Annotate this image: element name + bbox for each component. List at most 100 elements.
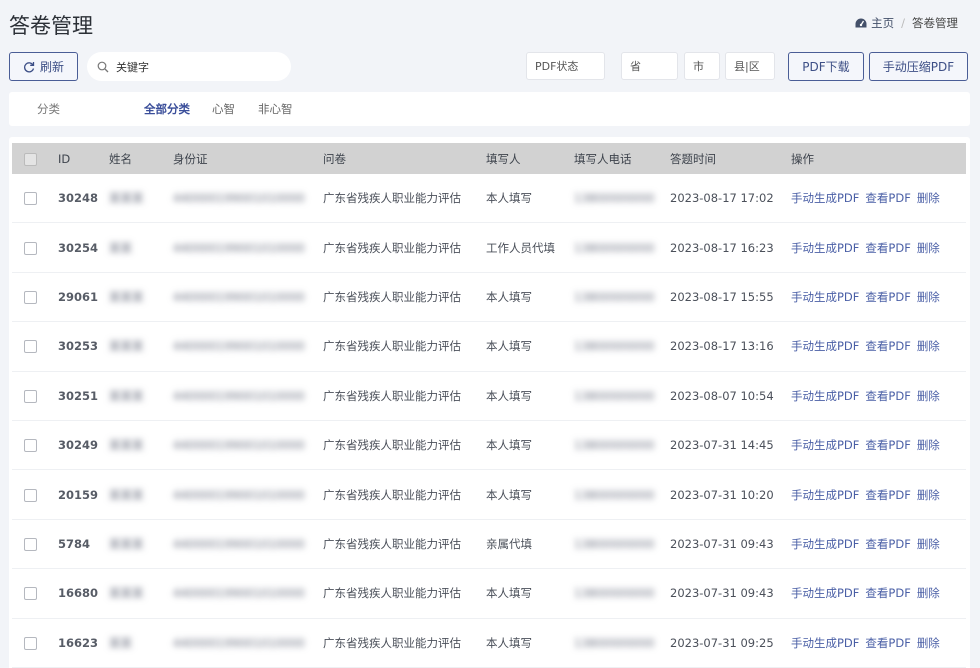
row-actions: 手动生成PDF 查看PDF 删除: [791, 635, 946, 651]
category-option-all[interactable]: 全部分类: [144, 101, 190, 117]
row-paper: 广东省残疾人职业能力评估: [323, 635, 461, 650]
table-body: 30248 某某某 440000199001010000 广东省残疾人职业能力评估 本人…: [12, 174, 966, 668]
row-actions: 手动生成PDF 查看PDF 删除: [791, 585, 946, 601]
view-pdf-link[interactable]: 查看PDF: [865, 241, 910, 255]
view-pdf-link[interactable]: 查看PDF: [865, 438, 910, 452]
row-filler: 本人填写: [486, 487, 532, 502]
row-checkbox[interactable]: [24, 537, 37, 551]
breadcrumb-separator: /: [901, 16, 905, 30]
row-filler: 本人填写: [486, 586, 532, 601]
row-actions: 手动生成PDF 查看PDF 删除: [791, 240, 946, 256]
breadcrumb-current: 答卷管理: [912, 16, 958, 30]
generate-pdf-link[interactable]: 手动生成PDF: [791, 389, 859, 403]
delete-link[interactable]: 删除: [917, 290, 940, 304]
view-pdf-link[interactable]: 查看PDF: [865, 290, 910, 304]
row-checkbox[interactable]: [24, 488, 37, 502]
row-id: 30254: [58, 240, 99, 255]
table-row: 20159 某某某 440000199001010000 广东省残疾人职业能力评估 本人…: [12, 470, 966, 520]
generate-pdf-link[interactable]: 手动生成PDF: [791, 488, 859, 502]
row-id: 5784: [58, 536, 91, 551]
row-paper: 广东省残疾人职业能力评估: [323, 339, 461, 354]
row-name: 某某某: [109, 536, 144, 551]
compress-pdf-button[interactable]: 手动压缩PDF: [869, 52, 968, 81]
search-icon: [97, 61, 109, 72]
pdf-download-button[interactable]: PDF下载: [788, 52, 864, 81]
table-header: ID 姓名 身份证 问卷 填写人 填写人电话 答题时间 操作: [12, 143, 966, 174]
table-row: 30251 某某某 440000199001010000 广东省残疾人职业能力评估 本人…: [12, 372, 966, 421]
delete-link[interactable]: 删除: [917, 586, 940, 600]
breadcrumb-home[interactable]: 主页: [855, 15, 894, 31]
select-all-checkbox[interactable]: [24, 152, 37, 166]
delete-link[interactable]: 删除: [917, 636, 940, 650]
row-filler: 本人填写: [486, 289, 532, 304]
table-row: 30249 某某某 440000199001010000 广东省残疾人职业能力评估 本人…: [12, 421, 966, 471]
delete-link[interactable]: 删除: [917, 537, 940, 551]
generate-pdf-link[interactable]: 手动生成PDF: [791, 191, 859, 205]
generate-pdf-link[interactable]: 手动生成PDF: [791, 586, 859, 600]
row-time: 2023-08-07 10:54: [670, 388, 774, 403]
row-name: 某某某: [109, 586, 144, 601]
district-select[interactable]: 县|区: [725, 52, 775, 80]
view-pdf-link[interactable]: 查看PDF: [865, 537, 910, 551]
row-checkbox[interactable]: [24, 586, 37, 601]
row-checkbox[interactable]: [24, 389, 37, 403]
row-filler: 本人填写: [486, 388, 532, 403]
row-checkbox[interactable]: [24, 241, 37, 255]
view-pdf-link[interactable]: 查看PDF: [865, 586, 910, 600]
delete-link[interactable]: 删除: [917, 241, 940, 255]
row-id: 16623: [58, 635, 99, 650]
row-actions: 手动生成PDF 查看PDF 删除: [791, 487, 946, 503]
view-pdf-link[interactable]: 查看PDF: [865, 191, 910, 205]
row-filler: 本人填写: [486, 438, 532, 453]
city-select[interactable]: 市: [684, 52, 720, 80]
generate-pdf-link[interactable]: 手动生成PDF: [791, 636, 859, 650]
refresh-button[interactable]: 刷新: [9, 52, 78, 81]
row-checkbox[interactable]: [24, 290, 37, 304]
delete-link[interactable]: 删除: [917, 339, 940, 353]
row-phone: 13800000000: [574, 339, 655, 354]
pdf-status-select[interactable]: PDF状态: [526, 52, 605, 80]
delete-link[interactable]: 删除: [917, 488, 940, 502]
row-idcard: 440000199001010000: [173, 339, 305, 354]
row-actions: 手动生成PDF 查看PDF 删除: [791, 536, 946, 552]
row-phone: 13800000000: [574, 191, 655, 206]
row-checkbox[interactable]: [24, 636, 37, 650]
row-checkbox[interactable]: [24, 438, 37, 453]
category-option-mental[interactable]: 心智: [212, 101, 235, 117]
generate-pdf-link[interactable]: 手动生成PDF: [791, 290, 859, 304]
delete-link[interactable]: 删除: [917, 438, 940, 452]
view-pdf-link[interactable]: 查看PDF: [865, 339, 910, 353]
row-time: 2023-08-17 17:02: [670, 191, 774, 206]
generate-pdf-link[interactable]: 手动生成PDF: [791, 537, 859, 551]
view-pdf-link[interactable]: 查看PDF: [865, 636, 910, 650]
row-time: 2023-08-17 15:55: [670, 289, 774, 304]
row-name: 某某某: [109, 191, 144, 206]
table-row: 29061 某某某 440000199001010000 广东省残疾人职业能力评估 本人…: [12, 273, 966, 323]
search-input[interactable]: 关键字: [87, 52, 291, 81]
row-idcard: 440000199001010000: [173, 635, 305, 650]
province-select[interactable]: 省: [621, 52, 678, 80]
row-time: 2023-07-31 09:43: [670, 586, 774, 601]
row-idcard: 440000199001010000: [173, 586, 305, 601]
column-header-actions: 操作: [791, 151, 814, 166]
column-header-idcard: 身份证: [173, 151, 208, 166]
view-pdf-link[interactable]: 查看PDF: [865, 488, 910, 502]
table-row: 30253 某某某 440000199001010000 广东省残疾人职业能力评估 本人…: [12, 322, 966, 372]
view-pdf-link[interactable]: 查看PDF: [865, 389, 910, 403]
row-time: 2023-07-31 14:45: [670, 438, 774, 453]
row-paper: 广东省残疾人职业能力评估: [323, 586, 461, 601]
generate-pdf-link[interactable]: 手动生成PDF: [791, 438, 859, 452]
row-checkbox[interactable]: [24, 191, 37, 206]
generate-pdf-link[interactable]: 手动生成PDF: [791, 339, 859, 353]
row-paper: 广东省残疾人职业能力评估: [323, 536, 461, 551]
row-phone: 13800000000: [574, 487, 655, 502]
delete-link[interactable]: 删除: [917, 389, 940, 403]
row-idcard: 440000199001010000: [173, 240, 305, 255]
generate-pdf-link[interactable]: 手动生成PDF: [791, 241, 859, 255]
row-idcard: 440000199001010000: [173, 289, 305, 304]
row-checkbox[interactable]: [24, 339, 37, 354]
row-idcard: 440000199001010000: [173, 536, 305, 551]
category-option-non-mental[interactable]: 非心智: [258, 101, 293, 117]
row-phone: 13800000000: [574, 240, 655, 255]
delete-link[interactable]: 删除: [917, 191, 940, 205]
